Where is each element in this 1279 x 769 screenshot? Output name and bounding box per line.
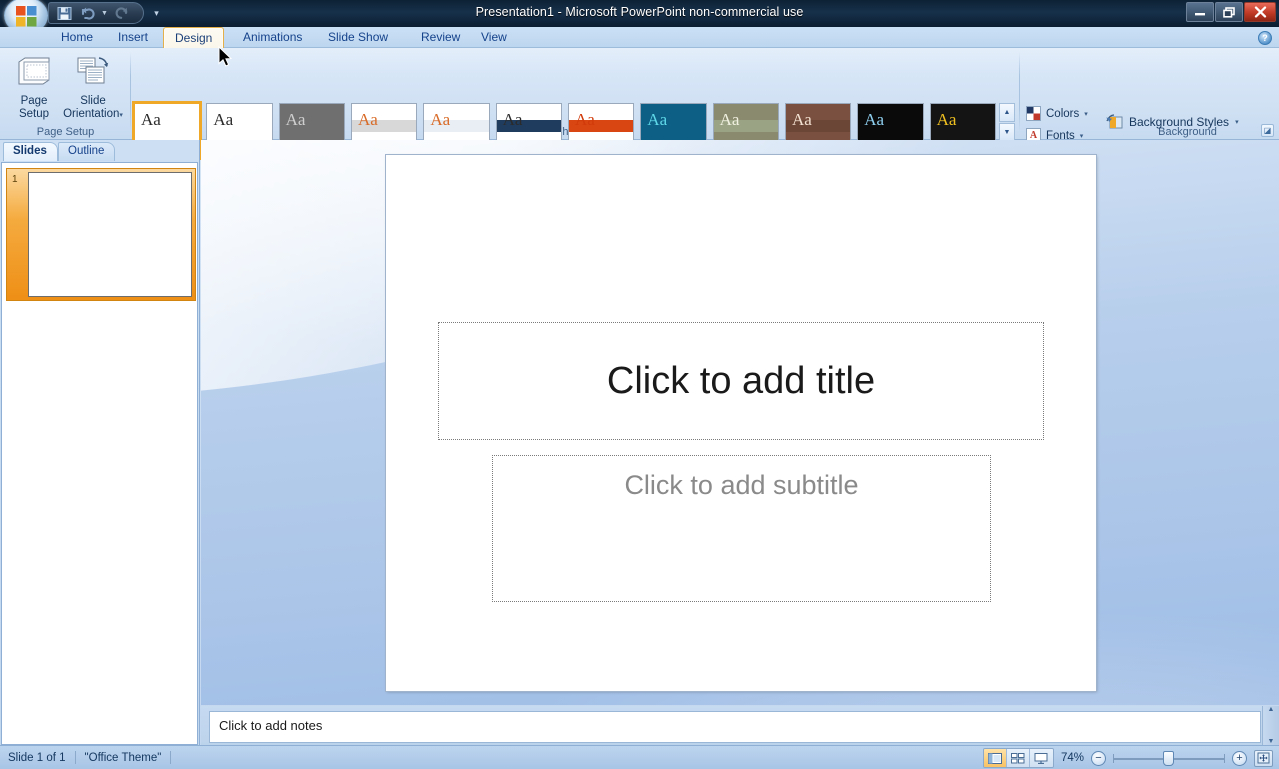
slides-outline-pane: Slides Outline ✕ 1	[0, 140, 200, 745]
notes-placeholder[interactable]: Click to add notes	[209, 711, 1261, 743]
slide-preview[interactable]	[28, 172, 192, 297]
slide-show-view-button[interactable]	[1029, 749, 1053, 767]
theme-aa-label: Aa	[357, 110, 378, 129]
save-icon[interactable]	[54, 4, 75, 22]
notes-scroll-up-icon[interactable]: ▲	[1268, 706, 1275, 713]
zoom-tick-max	[1224, 754, 1225, 763]
title-placeholder[interactable]: Click to add title	[438, 322, 1044, 440]
orientation-caret[interactable]: ▾	[119, 112, 123, 119]
theme-aa-label: Aa	[791, 110, 812, 129]
theme-name-label: "Office Theme"	[84, 751, 162, 764]
theme-aa-label: Aa	[430, 110, 451, 129]
status-divider-2	[170, 751, 172, 764]
pane-tab-outline[interactable]: Outline	[58, 142, 116, 161]
background-styles-icon	[1106, 113, 1123, 132]
ribbon-group-page-setup: Page Setup Slide Orientation▾ Page Setup	[0, 48, 131, 140]
undo-icon[interactable]	[77, 4, 98, 22]
zoom-out-button[interactable]: −	[1091, 750, 1106, 766]
tab-slide-show[interactable]: Slide Show	[317, 28, 399, 48]
theme-aa-label: Aa	[213, 110, 234, 129]
status-bar: Slide 1 of 1 "Office Theme" 74% − +	[0, 745, 1279, 769]
theme-colors-button[interactable]: Colors ▾	[1022, 103, 1092, 124]
office-logo-icon	[16, 6, 37, 27]
slide-thumbnail-item[interactable]: 1	[6, 168, 196, 301]
slide-count-label: Slide 1 of 1	[8, 751, 66, 764]
tab-review[interactable]: Review	[410, 28, 471, 48]
themes-scroll-down-button[interactable]: ▼	[999, 122, 1015, 142]
slide-editing-area: Click to add title Click to add subtitle	[201, 140, 1279, 705]
notes-scroll-down-icon[interactable]: ▼	[1268, 738, 1275, 745]
slide-orientation-label-1: Slide	[80, 95, 106, 107]
theme-aa-label: Aa	[285, 110, 306, 129]
powerpoint-window: Presentation1 - Microsoft PowerPoint non…	[0, 0, 1279, 769]
normal-view-button[interactable]	[983, 749, 1007, 767]
tab-design[interactable]: Design	[163, 27, 225, 49]
page-setup-label-1: Page	[20, 95, 48, 107]
page-setup-label-2: Setup	[18, 108, 50, 120]
background-styles-caret[interactable]: ▾	[1235, 118, 1239, 126]
slide-number: 1	[12, 174, 18, 185]
zoom-slider[interactable]	[1113, 751, 1225, 766]
theme-aa-label: Aa	[936, 110, 957, 129]
slide-orientation-label-2: Orientation▾	[63, 108, 123, 120]
view-buttons	[982, 748, 1054, 768]
status-right: 74% − +	[982, 748, 1273, 768]
tab-view[interactable]: View	[470, 28, 518, 48]
slide-sorter-view-button[interactable]	[1006, 749, 1030, 767]
tab-insert[interactable]: Insert	[107, 28, 159, 48]
tab-home[interactable]: Home	[50, 28, 104, 48]
themes-scroll-up-button[interactable]: ▲	[999, 103, 1015, 122]
colors-icon	[1026, 106, 1041, 121]
zoom-tick-min	[1113, 754, 1114, 763]
customize-quick-access-caret[interactable]: ▾	[148, 4, 165, 22]
window-title: Presentation1 - Microsoft PowerPoint non…	[475, 5, 804, 19]
help-icon[interactable]: ?	[1258, 31, 1272, 45]
background-styles-button[interactable]: Background Styles ▾	[1106, 111, 1239, 133]
ribbon: Page Setup Slide Orientation▾ Page Setup…	[0, 48, 1279, 165]
redo-icon[interactable]	[111, 4, 132, 22]
window-controls	[1186, 2, 1276, 22]
ribbon-tab-strip: Home Insert Design Animations Slide Show…	[0, 27, 1279, 49]
theme-aa-label: Aa	[141, 110, 161, 129]
group-separator	[1019, 52, 1020, 132]
background-dialog-launcher[interactable]: ◪	[1261, 124, 1274, 137]
subtitle-placeholder[interactable]: Click to add subtitle	[492, 455, 991, 602]
slide-canvas[interactable]: Click to add title Click to add subtitle	[386, 155, 1096, 691]
office-button[interactable]	[4, 0, 48, 27]
fonts-caret[interactable]: ▾	[1080, 132, 1084, 140]
minimize-button[interactable]	[1186, 2, 1214, 22]
colors-caret[interactable]: ▾	[1084, 110, 1088, 118]
theme-aa-label: Aa	[502, 110, 523, 129]
theme-aa-label: Aa	[719, 110, 740, 129]
restore-button[interactable]	[1215, 2, 1243, 22]
theme-aa-label: Aa	[647, 110, 668, 129]
quick-access-toolbar: ▼	[48, 2, 144, 24]
slide-orientation-button[interactable]: Slide Orientation▾	[56, 52, 130, 124]
theme-aa-label: Aa	[574, 110, 595, 129]
page-setup-icon	[17, 56, 51, 90]
notes-scrollbar[interactable]: ▲ ▼	[1262, 706, 1279, 745]
theme-colors-label: Colors	[1046, 107, 1080, 120]
theme-aa-label: Aa	[864, 110, 885, 129]
background-styles-label: Background Styles	[1129, 115, 1230, 129]
pane-tab-slides[interactable]: Slides	[3, 142, 58, 161]
slide-orientation-icon	[75, 56, 111, 90]
status-divider	[74, 751, 76, 764]
close-button[interactable]	[1244, 2, 1276, 22]
page-setup-group-label: Page Setup	[36, 126, 95, 138]
slides-list[interactable]: 1	[1, 162, 198, 745]
undo-dropdown-caret[interactable]: ▼	[100, 10, 109, 17]
page-setup-button[interactable]: Page Setup	[4, 52, 64, 124]
title-bar: Presentation1 - Microsoft PowerPoint non…	[0, 0, 1279, 27]
zoom-level-label: 74%	[1060, 752, 1084, 764]
fit-slide-to-window-button[interactable]	[1254, 749, 1273, 767]
notes-area: Click to add notes ▲ ▼	[201, 706, 1279, 745]
zoom-in-button[interactable]: +	[1232, 750, 1247, 766]
tab-animations[interactable]: Animations	[232, 28, 313, 48]
zoom-slider-handle[interactable]	[1163, 751, 1174, 766]
status-left: Slide 1 of 1 "Office Theme"	[8, 751, 172, 764]
